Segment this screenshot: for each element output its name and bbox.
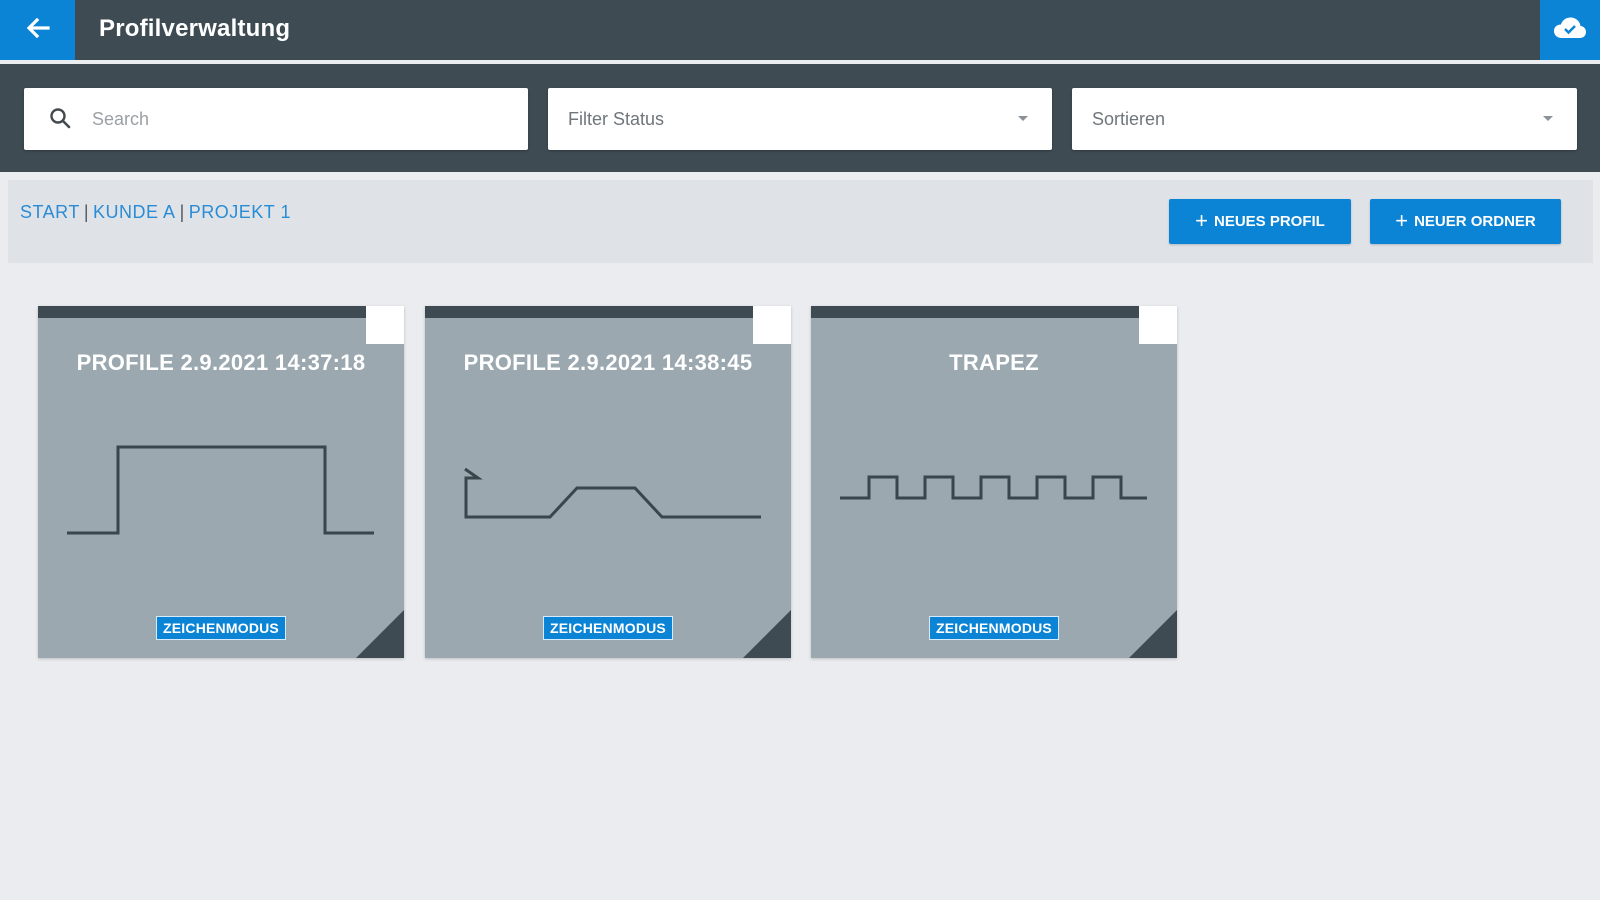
- card-title: PROFILE 2.9.2021 14:38:45: [463, 350, 753, 375]
- cloud-sync-icon: [1553, 16, 1587, 45]
- chevron-down-icon: [1543, 116, 1553, 121]
- sort-label: Sortieren: [1092, 109, 1166, 129]
- resize-corner-icon[interactable]: [1129, 610, 1177, 658]
- new-profile-label: NEUES PROFIL: [1214, 213, 1325, 230]
- card-select-checkbox[interactable]: [1139, 306, 1177, 344]
- search-input[interactable]: [92, 88, 512, 150]
- resize-corner-icon[interactable]: [356, 610, 404, 658]
- back-button[interactable]: [0, 0, 75, 60]
- card-select-checkbox[interactable]: [366, 306, 404, 344]
- mode-badge: ZEICHENMODUS: [929, 616, 1059, 640]
- mode-badge: ZEICHENMODUS: [543, 616, 673, 640]
- filter-bar: Filter Status Sortieren: [0, 64, 1600, 172]
- breadcrumb-bar: START | KUNDE A | PROJEKT 1 + NEUES PROF…: [8, 180, 1593, 263]
- chevron-down-icon: [1018, 116, 1028, 121]
- profile-card[interactable]: PROFILE 2.9.2021 14:38:45 ZEICHENMODUS: [425, 306, 791, 658]
- card-title: TRAPEZ: [949, 350, 1039, 375]
- breadcrumb-item-kunde-a[interactable]: KUNDE A: [93, 202, 176, 223]
- single-pulse-profile-icon: [67, 445, 374, 535]
- search-field[interactable]: [24, 88, 528, 150]
- card-select-checkbox[interactable]: [753, 306, 791, 344]
- card-header-strip: [38, 306, 366, 318]
- card-header-strip: [811, 306, 1139, 318]
- sort-select[interactable]: Sortieren: [1072, 88, 1577, 150]
- plus-icon: +: [1395, 207, 1409, 233]
- ramp-profile-icon: [464, 467, 761, 519]
- breadcrumb-separator: |: [179, 202, 185, 222]
- mode-badge: ZEICHENMODUS: [156, 616, 286, 640]
- square-wave-profile-icon: [840, 475, 1147, 500]
- breadcrumb-item-projekt-1[interactable]: PROJEKT 1: [189, 202, 291, 223]
- arrow-left-icon: [24, 14, 52, 47]
- card-header-strip: [425, 306, 753, 318]
- breadcrumb-item-start[interactable]: START: [20, 202, 80, 223]
- card-title: PROFILE 2.9.2021 14:37:18: [76, 350, 366, 375]
- filter-status-select[interactable]: Filter Status: [548, 88, 1052, 150]
- search-icon: [48, 106, 72, 130]
- profile-card[interactable]: TRAPEZ ZEICHENMODUS: [811, 306, 1177, 658]
- resize-corner-icon[interactable]: [743, 610, 791, 658]
- new-profile-button[interactable]: + NEUES PROFIL: [1169, 199, 1351, 244]
- profile-card[interactable]: PROFILE 2.9.2021 14:37:18 ZEICHENMODUS: [38, 306, 404, 658]
- filter-status-label: Filter Status: [568, 109, 665, 129]
- app-header: Profilverwaltung: [0, 0, 1600, 60]
- plus-icon: +: [1195, 207, 1208, 233]
- new-folder-label: NEUER ORDNER: [1414, 213, 1536, 230]
- page-title: Profilverwaltung: [99, 15, 291, 42]
- breadcrumb: START | KUNDE A | PROJEKT 1: [20, 202, 291, 223]
- breadcrumb-separator: |: [83, 202, 90, 222]
- cloud-sync-button[interactable]: [1540, 0, 1600, 60]
- new-folder-button[interactable]: + NEUER ORDNER: [1370, 199, 1561, 244]
